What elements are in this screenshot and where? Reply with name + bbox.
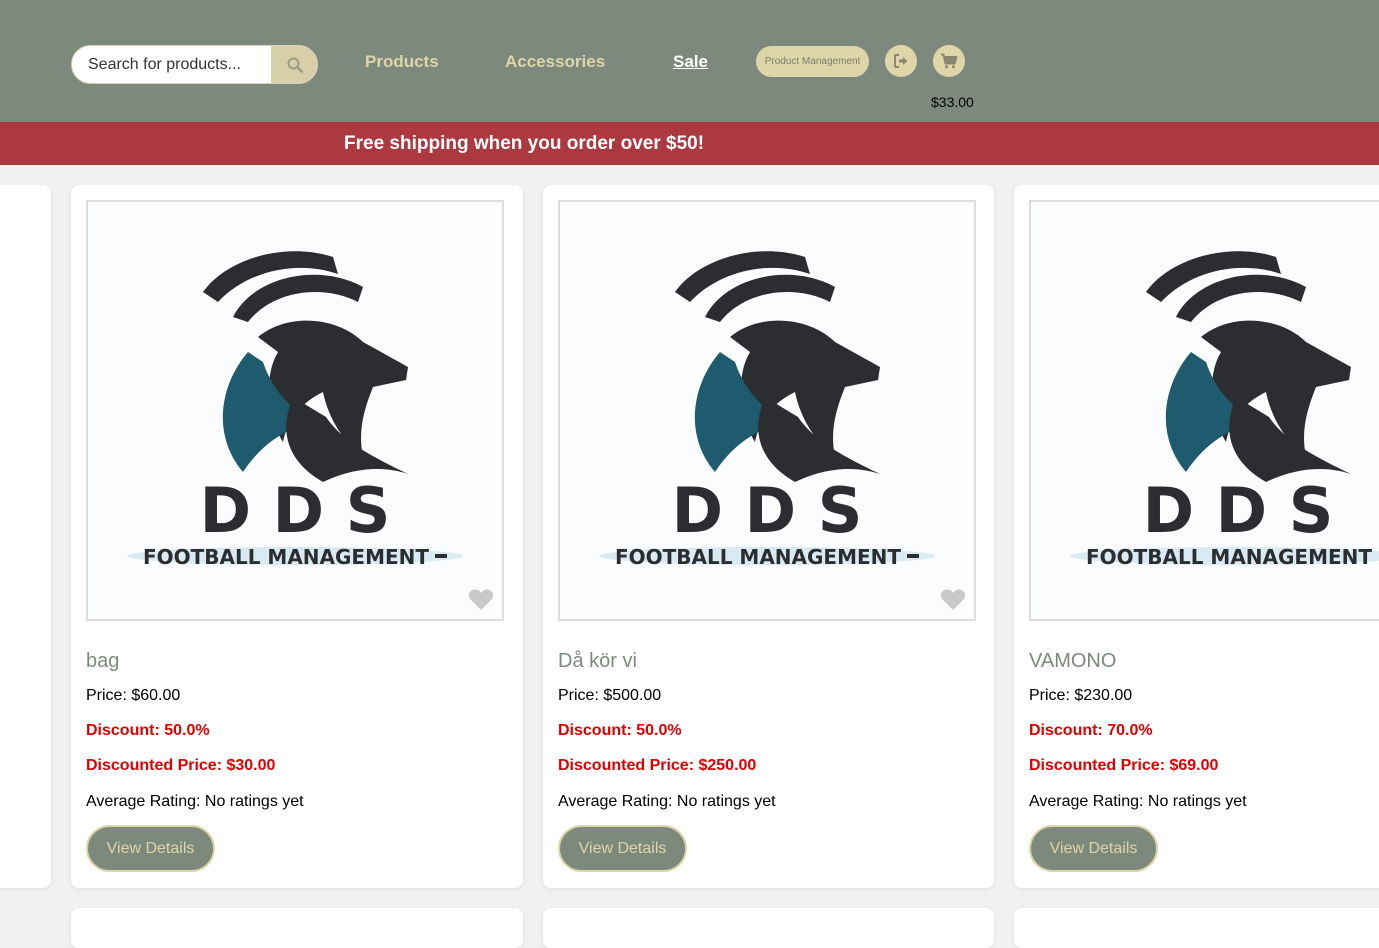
logo-subtitle: FOOTBALL MANAGEMENT [1086, 545, 1372, 569]
product-price: Price: $230.00 [1029, 687, 1133, 704]
product-image[interactable]: D D S FOOTBALL MANAGEMENT [558, 200, 976, 621]
product-card-partial [0, 185, 51, 888]
logout-button[interactable] [885, 45, 917, 77]
cart-total: $33.00 [931, 94, 974, 110]
nav-products[interactable]: Products [365, 52, 439, 72]
heart-icon[interactable] [940, 588, 966, 611]
search-bar [71, 45, 318, 84]
search-button[interactable] [271, 46, 317, 83]
product-name: bag [86, 650, 120, 672]
logo-title: D D S [200, 474, 391, 547]
product-card: D D S FOOTBALL MANAGEMENT bag Price: $60… [71, 185, 523, 888]
product-discount: Discount: 50.0% [86, 722, 210, 739]
product-discount: Discount: 50.0% [558, 722, 682, 739]
logo-subtitle: FOOTBALL MANAGEMENT [143, 545, 429, 569]
product-card: D D S FOOTBALL MANAGEMENT Då kör vi Pric… [543, 185, 994, 888]
header: Products Accessories Sale Product Manage… [0, 0, 1379, 122]
product-card-next-row [71, 908, 523, 948]
view-details-button[interactable]: View Details [1029, 825, 1158, 872]
nav-accessories[interactable]: Accessories [505, 52, 605, 72]
cart-icon [941, 53, 958, 69]
product-price: Price: $60.00 [86, 687, 181, 704]
logo-title: D D S [1143, 474, 1334, 547]
product-discounted-price: Discounted Price: $250.00 [558, 757, 757, 774]
dds-logo: D D S FOOTBALL MANAGEMENT [1070, 251, 1379, 569]
product-rating: Average Rating: No ratings yet [558, 793, 776, 810]
product-management-button[interactable]: Product Management [756, 46, 869, 77]
product-rating: Average Rating: No ratings yet [86, 793, 304, 810]
product-discounted-price: Discounted Price: $30.00 [86, 757, 276, 774]
search-icon [287, 57, 303, 73]
logout-icon [894, 54, 908, 68]
product-card: D D S FOOTBALL MANAGEMENT VAMONO Price: … [1014, 185, 1379, 888]
product-name: VAMONO [1029, 650, 1117, 672]
product-name: Då kör vi [558, 650, 637, 672]
dds-logo: D D S FOOTBALL MANAGEMENT [599, 251, 935, 569]
search-input[interactable] [72, 46, 271, 83]
logo-title: D D S [672, 474, 863, 547]
promo-banner-text: Free shipping when you order over $50! [344, 133, 705, 154]
product-image[interactable]: D D S FOOTBALL MANAGEMENT [1029, 200, 1379, 621]
product-discount: Discount: 70.0% [1029, 722, 1153, 739]
dds-logo: D D S FOOTBALL MANAGEMENT [127, 251, 463, 569]
logo-subtitle: FOOTBALL MANAGEMENT [615, 545, 901, 569]
heart-icon[interactable] [468, 588, 494, 611]
product-image[interactable]: D D S FOOTBALL MANAGEMENT [86, 200, 504, 621]
nav-sale[interactable]: Sale [673, 52, 708, 72]
view-details-button[interactable]: View Details [86, 825, 215, 872]
product-rating: Average Rating: No ratings yet [1029, 793, 1247, 810]
product-price: Price: $500.00 [558, 687, 662, 704]
product-discounted-price: Discounted Price: $69.00 [1029, 757, 1219, 774]
view-details-button[interactable]: View Details [558, 825, 687, 872]
product-card-next-row [1014, 908, 1379, 948]
cart-button[interactable] [933, 45, 965, 77]
product-card-next-row [543, 908, 994, 948]
